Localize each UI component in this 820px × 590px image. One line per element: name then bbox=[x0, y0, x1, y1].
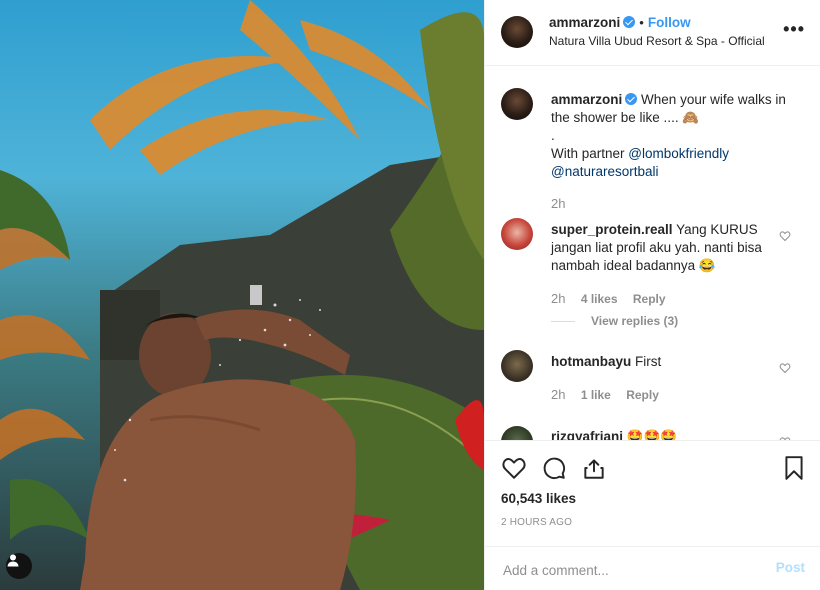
share-icon[interactable] bbox=[581, 455, 607, 481]
tag-people-button[interactable] bbox=[6, 553, 32, 579]
bookmark-icon[interactable] bbox=[781, 455, 807, 481]
comment-username[interactable]: super_protein.reall bbox=[551, 222, 673, 237]
mention-naturaresortbali[interactable]: @naturaresortbali bbox=[551, 164, 659, 179]
author-avatar[interactable] bbox=[501, 16, 533, 48]
like-comment-heart-icon[interactable] bbox=[779, 230, 791, 242]
post-photo[interactable] bbox=[0, 0, 484, 590]
verified-badge-icon bbox=[625, 93, 638, 105]
caption-dot: . bbox=[551, 128, 555, 143]
comment-username[interactable]: hotmanbayu bbox=[551, 354, 631, 369]
post-sidebar: ammarzoni • Follow Natura Villa Ubud Resor… bbox=[484, 0, 820, 590]
comment-username[interactable]: rizgyafriani bbox=[551, 429, 623, 440]
post-comment-button[interactable]: Post bbox=[776, 560, 805, 575]
caption-avatar[interactable] bbox=[501, 88, 533, 120]
post-header: ammarzoni • Follow Natura Villa Ubud Resor… bbox=[485, 0, 820, 66]
comments-section[interactable]: ammarzoni When your wife walks in the sh… bbox=[485, 66, 820, 440]
comment-likes[interactable]: 1 like bbox=[581, 388, 611, 402]
comment-meta: 2h 4 likes Reply bbox=[551, 291, 678, 306]
verified-badge-icon bbox=[623, 16, 636, 28]
separator-dot: • bbox=[639, 15, 644, 30]
author-line: ammarzoni • Follow bbox=[549, 15, 691, 30]
view-replies-button[interactable]: View replies (3) bbox=[551, 314, 678, 328]
add-comment-bar: Post bbox=[485, 546, 820, 590]
add-comment-input[interactable] bbox=[501, 557, 755, 583]
likes-count[interactable]: 60,543 likes bbox=[501, 491, 576, 506]
comment-body: 🤩🤩🤩 bbox=[626, 429, 678, 440]
comment-bubble-icon[interactable] bbox=[541, 455, 567, 481]
commenter-avatar[interactable] bbox=[501, 218, 533, 250]
caption-time[interactable]: 2h bbox=[551, 196, 565, 211]
person-icon bbox=[7, 554, 19, 567]
comment-meta: 2h 1 like Reply bbox=[551, 387, 671, 402]
comment-time[interactable]: 2h bbox=[551, 291, 565, 306]
post-actions: 60,543 likes 2 HOURS AGO bbox=[485, 440, 820, 546]
photo-illustration bbox=[0, 0, 484, 590]
comment-text: super_protein.reall Yang KURUS jangan li… bbox=[551, 221, 777, 275]
reply-button[interactable]: Reply bbox=[633, 292, 666, 306]
mention-lombokfriendly[interactable]: @lombokfriendly bbox=[628, 146, 729, 161]
more-options-icon[interactable]: ••• bbox=[783, 20, 805, 38]
caption-text: ammarzoni When your wife walks in the sh… bbox=[551, 91, 791, 181]
location-link[interactable]: Natura Villa Ubud Resort & Spa - Officia… bbox=[549, 34, 765, 48]
comment-time[interactable]: 2h bbox=[551, 387, 565, 402]
like-comment-heart-icon[interactable] bbox=[779, 362, 791, 374]
post-time-ago[interactable]: 2 HOURS AGO bbox=[501, 517, 572, 528]
caption-partner-prefix: With partner bbox=[551, 146, 625, 161]
commenter-avatar[interactable] bbox=[501, 426, 533, 440]
caption-username[interactable]: ammarzoni bbox=[551, 92, 622, 107]
comment-text: hotmanbayu First bbox=[551, 353, 777, 371]
comment-text: rizgyafriani 🤩🤩🤩 bbox=[551, 428, 777, 440]
like-heart-icon[interactable] bbox=[501, 455, 527, 481]
comment-body: First bbox=[635, 354, 662, 369]
author-username[interactable]: ammarzoni bbox=[549, 15, 620, 30]
reply-button[interactable]: Reply bbox=[626, 388, 659, 402]
instagram-post: ammarzoni • Follow Natura Villa Ubud Resor… bbox=[0, 0, 820, 590]
comment-likes[interactable]: 4 likes bbox=[581, 292, 618, 306]
follow-button[interactable]: Follow bbox=[648, 15, 691, 30]
commenter-avatar[interactable] bbox=[501, 350, 533, 382]
